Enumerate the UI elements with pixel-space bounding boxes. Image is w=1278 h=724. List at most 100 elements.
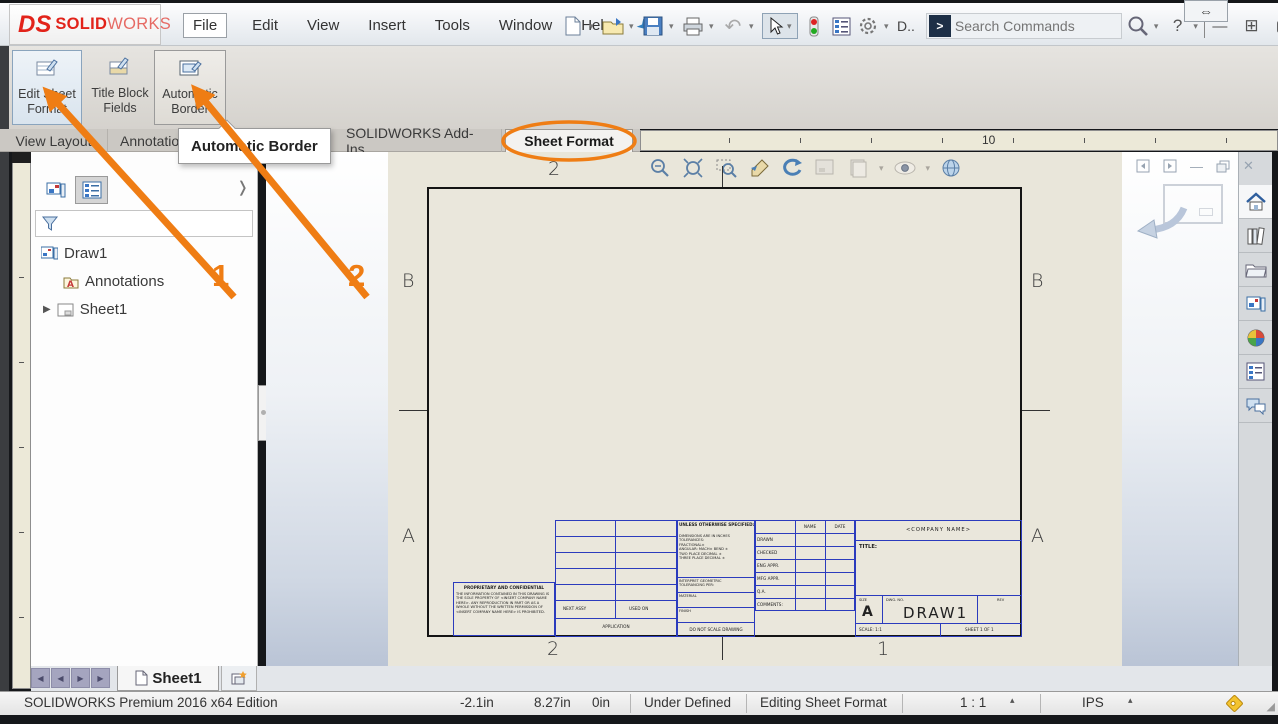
title-label: TITLE: <box>859 544 877 550</box>
doc-close-icon[interactable]: ✕ <box>1243 158 1254 174</box>
tree-item-sheet1[interactable]: ▶ Sheet1 <box>43 301 127 318</box>
redraw-icon[interactable] <box>780 156 804 180</box>
taskpane-view-palette-button[interactable] <box>1239 287 1272 321</box>
row-checked: CHECKED <box>757 550 777 555</box>
taskpane-home-button[interactable] <box>1239 185 1272 219</box>
horizontal-ruler: 10 <box>640 130 1278 151</box>
zoom-to-area-icon[interactable] <box>714 156 738 180</box>
taskpane-design-library-button[interactable] <box>1239 219 1272 253</box>
magnifier-icon[interactable] <box>1127 15 1149 37</box>
status-mode: Editing Sheet Format <box>760 695 887 710</box>
search-commands-box[interactable]: > <box>926 13 1122 39</box>
automatic-border-button[interactable]: Automatic Border <box>154 50 226 125</box>
options-gear-icon[interactable] <box>857 15 879 37</box>
status-constraint-state: Under Defined <box>644 695 731 710</box>
title-block-fields-button[interactable]: Title Block Fields <box>86 50 154 125</box>
properties-list-icon[interactable] <box>830 15 852 37</box>
layers-caret-icon[interactable]: ▾ <box>879 163 884 174</box>
rebuild-traffic-light-icon[interactable] <box>803 15 825 37</box>
open-caret-icon[interactable]: ▾ <box>629 21 637 32</box>
sheet-properties-icon[interactable] <box>813 156 837 180</box>
annotations-folder-icon: A <box>63 275 79 289</box>
first-sheet-button[interactable]: ◀ <box>31 668 50 688</box>
tag-icon[interactable] <box>1225 694 1243 712</box>
logo-solid-text: SOLID <box>55 15 107 34</box>
print-caret-icon[interactable]: ▾ <box>709 21 717 32</box>
tree-filter-box[interactable] <box>35 210 253 237</box>
zoom-to-fit-icon[interactable] <box>681 156 705 180</box>
last-sheet-button[interactable]: ▶ <box>91 668 110 688</box>
taskpane-file-explorer-button[interactable] <box>1239 253 1272 287</box>
search-caret-icon[interactable]: ▾ <box>1154 21 1162 32</box>
title-block: PROPRIETARY AND CONFIDENTIAL THE INFORMA… <box>445 520 1022 637</box>
next-document-icon[interactable] <box>1163 159 1177 173</box>
undo-caret-icon[interactable]: ▾ <box>749 21 757 32</box>
taskpane-appearances-button[interactable] <box>1239 321 1272 355</box>
property-manager-tab[interactable] <box>75 176 108 204</box>
scale-value: SCALE: 1:1 <box>859 627 882 632</box>
status-app-name: SOLIDWORKS Premium 2016 x64 Edition <box>24 695 278 710</box>
open-document-icon[interactable] <box>602 15 624 37</box>
tab-view-layout[interactable]: View Layout <box>0 129 108 152</box>
save-caret-icon[interactable]: ▾ <box>669 21 677 32</box>
scale-caret-icon[interactable]: ▴ <box>1010 695 1015 706</box>
select-caret-icon[interactable]: ▾ <box>787 21 795 32</box>
undo-icon[interactable]: ↶ <box>722 15 744 37</box>
filter-funnel-icon <box>41 215 59 233</box>
eye-caret-icon[interactable]: ▾ <box>926 163 931 174</box>
view-settings-globe-icon[interactable] <box>939 156 963 180</box>
sheet1-tab-label: Sheet1 <box>152 670 201 687</box>
zone-tick-top <box>722 166 723 187</box>
appearance-sphere-icon <box>1246 328 1266 348</box>
tree-item-draw1[interactable]: Draw1 <box>41 245 107 262</box>
select-tool-button[interactable]: ▾ <box>762 13 798 39</box>
status-sheet-scale[interactable]: 1 : 1 <box>960 695 986 710</box>
edit-sheet-format-button[interactable]: Edit Sheet Format <box>12 50 82 125</box>
add-sheet-button[interactable] <box>221 666 257 691</box>
menu-insert[interactable]: Insert <box>364 14 410 37</box>
tab-solidworks-addins[interactable]: SOLIDWORKS Add-Ins <box>334 129 502 152</box>
row-eng-appr: ENG APPR. <box>757 563 779 568</box>
vertical-ruler-cap <box>12 152 31 163</box>
tree-expand-arrow-icon[interactable]: ▶ <box>43 304 51 315</box>
zoom-icon[interactable] <box>648 156 672 180</box>
new-caret-icon[interactable]: ▾ <box>589 21 597 32</box>
graphics-area[interactable]: ▾ ▾ 2 B A B A 2 1 PROPRIETARY AND CONFID… <box>266 152 1238 689</box>
search-input[interactable] <box>955 18 1115 34</box>
doc-minimize-icon[interactable]: — <box>1190 159 1203 174</box>
tab-sheet-format[interactable]: Sheet Format <box>505 129 633 152</box>
layers-icon[interactable] <box>846 156 870 180</box>
folder-icon <box>1245 261 1267 279</box>
units-caret-icon[interactable]: ▴ <box>1128 695 1133 706</box>
menu-window[interactable]: Window <box>495 14 556 37</box>
featuremanager-tree-tab[interactable] <box>39 176 72 204</box>
new-document-icon[interactable] <box>562 15 584 37</box>
rev-label: REV <box>997 598 1004 602</box>
menu-view[interactable]: View <box>303 14 343 37</box>
gear-caret-icon[interactable]: ▾ <box>884 21 892 32</box>
previous-view-icon[interactable] <box>747 156 771 180</box>
previous-sheet-button[interactable]: ◀ <box>51 668 70 688</box>
sheet1-tab[interactable]: Sheet1 <box>117 666 219 691</box>
taskpane-custom-properties-button[interactable] <box>1239 355 1272 389</box>
status-divider <box>746 694 747 713</box>
save-icon[interactable] <box>642 15 664 37</box>
menu-edit[interactable]: Edit <box>248 14 282 37</box>
print-icon[interactable] <box>682 15 704 37</box>
menu-file[interactable]: File <box>183 13 227 38</box>
taskpane-forum-button[interactable] <box>1239 389 1272 423</box>
collapsed-toolbar-label[interactable]: D.. <box>897 18 915 34</box>
tree-item-annotations[interactable]: A Annotations <box>63 273 164 290</box>
menu-tools[interactable]: Tools <box>431 14 474 37</box>
panel-collapse-arrow-icon[interactable]: ❭ <box>236 178 249 196</box>
edit-sheet-format-label2: Format <box>27 102 67 116</box>
tile-windows-icon[interactable]: ⊞ <box>1238 16 1264 36</box>
doc-restore-icon[interactable] <box>1216 160 1230 173</box>
hide-show-eye-icon[interactable] <box>893 156 917 180</box>
previous-document-icon[interactable] <box>1136 159 1150 173</box>
status-units[interactable]: IPS <box>1082 695 1104 710</box>
svg-text:A: A <box>67 280 74 289</box>
status-z-coordinate: 0in <box>592 695 610 710</box>
next-sheet-button[interactable]: ▶ <box>71 668 90 688</box>
maximize-icon[interactable]: ▢ <box>1270 16 1278 36</box>
